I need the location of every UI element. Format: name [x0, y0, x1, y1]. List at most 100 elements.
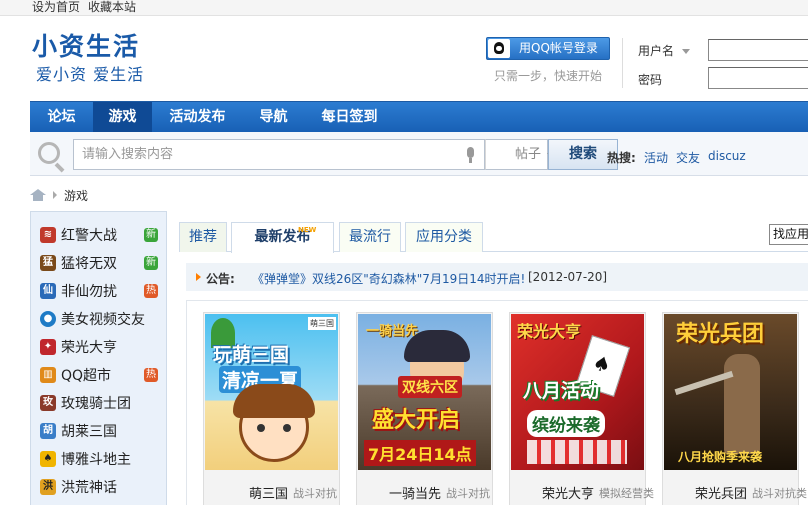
microphone-icon[interactable] [466, 147, 475, 164]
notice-bar: 公告: 《弹弹堂》双线26区"奇幻森林"7月19日14时开启! [2012-07… [186, 263, 808, 291]
nav-item-events[interactable]: 活动发布 [152, 102, 243, 132]
game-card[interactable]: 萌三国 玩萌三国 清凉一夏 萌三国 战斗对抗 [203, 312, 340, 505]
hot-badge: 热 [144, 368, 158, 382]
game-card[interactable]: 荣光大亨 ♠ 八月活动 缤纷来袭 荣光大亨 模拟经营类 [509, 312, 654, 505]
cover-text: 双线六区 [398, 376, 462, 398]
sidebar-item-hulai[interactable]: 胡 胡莱三国 [31, 417, 166, 445]
warrior-icon: 猛 [40, 255, 56, 271]
rose-knight-icon: 玫 [40, 395, 56, 411]
sidebar-item-label: 玫瑰骑士团 [61, 396, 131, 412]
hot-search-link[interactable]: discuz [708, 149, 746, 163]
game-logo-badge: 萌三国 [308, 317, 336, 330]
nav-item-forum[interactable]: 论坛 [30, 102, 93, 132]
sidebar-item-immortal[interactable]: 仙 非仙勿扰 热 [31, 277, 166, 305]
nav-item-games[interactable]: 游戏 [93, 102, 152, 132]
notice-link[interactable]: 《弹弹堂》双线26区"奇幻森林"7月19日14时开启! [252, 270, 525, 287]
notice-label: 公告: [206, 272, 235, 286]
sidebar-item-label: 红警大战 [61, 228, 117, 244]
qq-penguin-icon [488, 39, 510, 58]
video-chat-icon: ● [40, 311, 56, 327]
new-badge: 新 [144, 256, 158, 270]
sidebar-item-label: 猛将无双 [61, 256, 117, 272]
game-name[interactable]: 荣光兵团 [663, 483, 747, 502]
breadcrumb-current[interactable]: 游戏 [64, 187, 88, 204]
sidebar-item-label: 非仙勿扰 [61, 284, 117, 300]
hot-search-label: 热搜: [607, 151, 636, 165]
game-cover-image[interactable]: 一骑当先 双线六区 盛大开启 7月24日14点 [358, 314, 491, 470]
game-card[interactable]: 荣光兵团 八月抢购季来袭 荣光兵团 战斗对抗类 [662, 312, 807, 505]
nav-item-directory[interactable]: 导航 [243, 102, 304, 132]
game-logo-text: 一骑当先 [366, 324, 419, 339]
sidebar-item-tycoon[interactable]: ✦ 荣光大亨 [31, 333, 166, 361]
new-badge: 新 [144, 228, 158, 242]
sidebar-item-label: 美女视频交友 [61, 312, 145, 328]
username-label-text: 用户名 [638, 44, 675, 58]
new-tag: NEW [298, 226, 317, 234]
find-app-button[interactable]: 找应用 [769, 224, 808, 245]
sidebar-item-label: 胡莱三国 [61, 424, 117, 440]
game-card[interactable]: 一骑当先 双线六区 盛大开启 7月24日14点 一骑当先 战斗对抗 [356, 312, 493, 505]
cover-text: 八月活动 [523, 380, 600, 402]
tab-latest[interactable]: 最新发布 NEW [231, 222, 334, 253]
site-logo[interactable]: 小资生活 爱小资 爱生活 [32, 30, 144, 86]
sidebar-item-label: 博雅斗地主 [61, 452, 131, 468]
game-cover-image[interactable]: 荣光兵团 八月抢购季来袭 [664, 314, 797, 470]
hot-search-link[interactable]: 活动 [644, 149, 668, 166]
sidebar-item-video-chat[interactable]: ● 美女视频交友 [31, 305, 166, 333]
search-input[interactable] [73, 139, 485, 170]
set-home-link[interactable]: 设为首页 [32, 0, 80, 14]
sidebar-item-myth[interactable]: 洪 洪荒神话 [31, 473, 166, 501]
qq-login-label: 用QQ帐号登录 [519, 41, 598, 55]
sidebar-item-rose-knight[interactable]: 玫 玫瑰骑士团 [31, 389, 166, 417]
sidebar-item-doudizhu[interactable]: ♠ 博雅斗地主 [31, 445, 166, 473]
sidebar-item-label: QQ超市 [61, 368, 112, 384]
logo-title: 小资生活 [32, 32, 141, 61]
app-tabs: 推荐 最新发布 NEW 最流行 应用分类 [179, 222, 808, 253]
character-hair [404, 330, 470, 362]
login-divider [622, 38, 623, 88]
top-bar: 设为首页 收藏本站 [0, 0, 808, 16]
doudizhu-icon: ♠ [40, 451, 56, 467]
cover-text: 八月抢购季来袭 [678, 450, 763, 464]
chevron-right-icon [53, 191, 57, 199]
hot-search-link[interactable]: 交友 [676, 149, 700, 166]
tab-popular[interactable]: 最流行 [339, 222, 401, 252]
arrow-right-icon [196, 273, 201, 281]
tab-recommended[interactable]: 推荐 [179, 222, 227, 252]
game-sidebar: ≋ 红警大战 新 猛 猛将无双 新 仙 非仙勿扰 热 ● 美女视频交友 ✦ 荣光… [30, 211, 167, 505]
myth-icon: 洪 [40, 479, 56, 495]
game-cover-image[interactable]: 荣光大亨 ♠ 八月活动 缤纷来袭 [511, 314, 644, 470]
search-icon [38, 142, 60, 164]
search-bar: 帖子 搜索 热搜: 活动 交友 discuz [30, 132, 808, 176]
tycoon-icon: ✦ [40, 339, 56, 355]
qq-login-button[interactable]: 用QQ帐号登录 [486, 37, 610, 60]
password-label: 密码 [638, 73, 663, 87]
game-category: 战斗对抗 [293, 487, 337, 500]
character-hair [233, 384, 315, 418]
sidebar-item-supermarket[interactable]: ▥ QQ超市 热 [31, 361, 166, 389]
qq-login-tip: 只需一步，快速开始 [494, 69, 603, 83]
sidebar-item-red-alert[interactable]: ≋ 红警大战 新 [31, 221, 166, 249]
nav-item-checkin[interactable]: 每日签到 [304, 102, 395, 132]
game-name[interactable]: 萌三国 [204, 483, 288, 502]
bookmark-link[interactable]: 收藏本站 [88, 0, 136, 14]
game-name[interactable]: 荣光大亨 [510, 483, 594, 502]
character-eye [283, 424, 291, 432]
password-input[interactable] [708, 67, 808, 89]
game-cover-image[interactable]: 萌三国 玩萌三国 清凉一夏 [205, 314, 338, 470]
cover-text: 缤纷来袭 [527, 410, 605, 437]
notice-date: [2012-07-20] [528, 270, 608, 284]
username-dropdown-icon[interactable] [681, 49, 690, 54]
tab-categories[interactable]: 应用分类 [405, 222, 483, 252]
home-icon[interactable] [30, 189, 46, 201]
main-nav: 论坛 游戏 活动发布 导航 每日签到 [30, 101, 808, 132]
search-type-select[interactable]: 帖子 [485, 139, 555, 170]
game-category: 战斗对抗 [446, 487, 490, 500]
cover-text: 荣光大亨 [517, 322, 582, 341]
username-input[interactable] [708, 39, 808, 61]
immortal-icon: 仙 [40, 283, 56, 299]
game-name[interactable]: 一骑当先 [357, 483, 441, 502]
cover-text: 盛大开启 [372, 408, 461, 433]
username-label[interactable]: 用户名 [638, 42, 690, 59]
sidebar-item-warrior[interactable]: 猛 猛将无双 新 [31, 249, 166, 277]
